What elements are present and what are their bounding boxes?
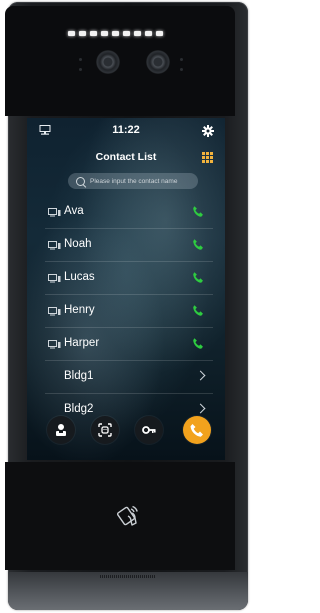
call-icon[interactable]	[192, 271, 205, 284]
page-header: Contact List	[27, 150, 225, 166]
concierge-button[interactable]	[47, 416, 75, 444]
call-button[interactable]	[183, 416, 211, 444]
search-icon	[76, 177, 85, 186]
status-bar: 11:22	[27, 124, 225, 138]
building-row-bldg1[interactable]: Bldg1	[45, 361, 213, 394]
camera-left	[96, 50, 120, 74]
contact-name: Lucas	[64, 271, 95, 283]
contact-row-harper[interactable]: Harper	[45, 328, 213, 361]
unlock-key-button[interactable]	[135, 416, 163, 444]
building-name: Bldg1	[64, 370, 94, 382]
led-indicator-bar	[68, 31, 163, 37]
contact-name: Henry	[64, 304, 95, 316]
call-icon[interactable]	[192, 205, 205, 218]
ir-led	[79, 58, 82, 61]
contact-search-input[interactable]	[90, 175, 194, 187]
contact-row-lucas[interactable]: Lucas	[45, 262, 213, 295]
bottom-action-bar	[27, 412, 225, 448]
page-title: Contact List	[95, 151, 157, 163]
contact-list: Ava Noah Lucas Henry Harper Bldg1 Bldg2	[45, 196, 213, 426]
call-icon	[190, 424, 203, 437]
contact-row-ava[interactable]: Ava	[45, 196, 213, 229]
indoor-monitor-icon	[48, 340, 61, 349]
contact-name: Ava	[64, 205, 84, 217]
search-bar[interactable]	[68, 173, 198, 189]
ir-led	[180, 68, 183, 71]
keypad-grid-icon[interactable]	[202, 152, 213, 163]
clock-time: 11:22	[112, 124, 140, 136]
indoor-monitor-icon	[48, 208, 61, 217]
camera-right	[146, 50, 170, 74]
key-icon	[142, 426, 156, 434]
nfc-card-icon[interactable]	[116, 503, 140, 529]
indoor-monitor-icon	[48, 307, 61, 316]
call-icon[interactable]	[192, 238, 205, 251]
touch-screen: 11:22 Contact List Please input the cont…	[27, 118, 225, 460]
contact-name: Noah	[64, 238, 92, 250]
concierge-icon	[56, 424, 66, 436]
speaker-grille	[100, 575, 156, 578]
call-icon[interactable]	[192, 337, 205, 350]
chevron-right-icon	[195, 370, 206, 381]
gear-icon[interactable]	[202, 125, 214, 137]
ir-led	[79, 68, 82, 71]
call-icon[interactable]	[192, 304, 205, 317]
camera-panel	[5, 6, 235, 116]
contact-row-henry[interactable]: Henry	[45, 295, 213, 328]
contact-row-noah[interactable]: Noah	[45, 229, 213, 262]
ir-led	[180, 58, 183, 61]
face-scan-button[interactable]	[91, 416, 119, 444]
face-scan-icon	[98, 423, 112, 437]
contact-name: Harper	[64, 337, 100, 349]
indoor-monitor-icon	[48, 274, 61, 283]
indoor-monitor-icon	[48, 241, 61, 250]
